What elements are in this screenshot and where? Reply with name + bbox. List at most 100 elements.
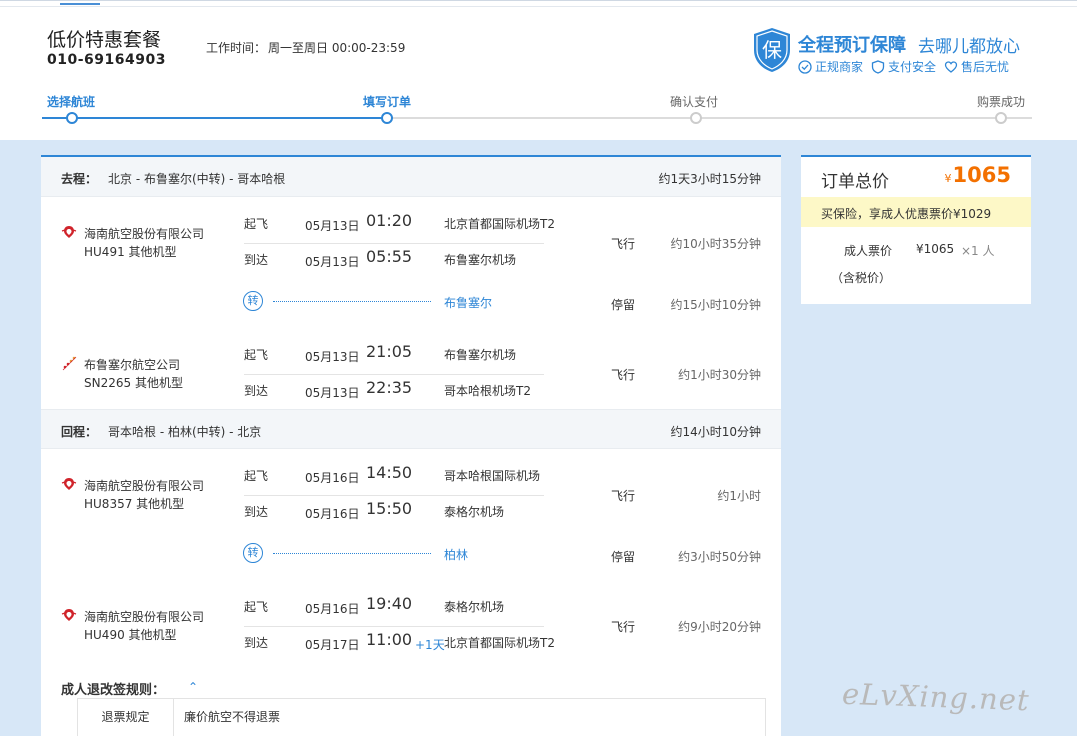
step-select-flight[interactable]: 选择航班 <box>47 93 95 110</box>
refund-rules-title: 成人退改签规则： <box>61 683 166 698</box>
feature-after-sales: 售后无忧 <box>944 58 1009 75</box>
departure-label: 起飞 <box>244 348 269 362</box>
flight-number: HU8357 其他机型 <box>84 497 185 511</box>
next-day-badge: +1天 <box>415 638 445 652</box>
adult-fare-label: 成人票价 <box>844 244 893 258</box>
transfer-row: 转 柏林 停留 约3小时50分钟 <box>41 539 781 569</box>
flight-card: 海南航空股份有限公司 HU490 其他机型 起飞 05月16日 19:40 泰格… <box>41 581 781 653</box>
refund-rules-table: 退票规定 廉价航空不得退票 <box>77 698 766 736</box>
arrival-airport: 哥本哈根机场T2 <box>444 384 531 398</box>
transfer-icon: 转 <box>243 291 263 311</box>
departure-row: 起飞 05月16日 19:40 泰格尔机场 <box>244 591 544 627</box>
airline-name: 海南航空股份有限公司 <box>84 479 205 493</box>
departure-date: 05月13日 <box>305 219 360 233</box>
departure-date: 05月16日 <box>305 602 360 616</box>
departure-date: 05月16日 <box>305 471 360 485</box>
work-hours-label: 工作时间： <box>206 41 267 55</box>
order-total-label: 订单总价 <box>821 172 889 192</box>
step-dot <box>381 112 393 124</box>
arrival-label: 到达 <box>244 384 269 398</box>
segment-route: 北京 - 布鲁塞尔(中转) - 哥本哈根 <box>108 172 286 186</box>
departure-time: 19:40 <box>366 594 413 613</box>
feature-secure-payment: 支付安全 <box>871 58 936 75</box>
flight-duration: 约10小时35分钟 <box>670 237 761 251</box>
order-total-amount: 1065 <box>952 163 1011 187</box>
tax-included-note: （含税价） <box>831 271 892 285</box>
flight-label: 飞行 <box>611 489 636 503</box>
arrival-row: 到达 05月17日 11:00 +1天 北京首都国际机场T2 <box>244 627 555 663</box>
arrival-date: 05月13日 <box>305 255 360 269</box>
order-summary: 订单总价 ¥1065 买保险，享成人优惠票价¥1029 成人票价 ¥1065 ×… <box>801 155 1031 304</box>
departure-time: 21:05 <box>366 342 413 361</box>
work-hours: 工作时间： 周一至周日 00:00-23:59 <box>206 39 405 56</box>
collapse-rules-toggle[interactable]: ⌃ <box>188 680 198 694</box>
service-phone: 010-69164903 <box>47 52 166 68</box>
shield-check-icon <box>871 59 885 74</box>
inbound-header: 回程： 哥本哈根 - 柏林(中转) - 北京 约14小时10分钟 <box>41 409 781 449</box>
segment-label: 回程： <box>61 425 98 439</box>
transfer-icon: 转 <box>243 543 263 563</box>
adult-fare-price: ¥1065 <box>916 242 955 256</box>
airline-name: 海南航空股份有限公司 <box>84 227 205 241</box>
departure-row: 起飞 05月13日 21:05 布鲁塞尔机场 <box>244 339 544 375</box>
departure-row: 起飞 05月13日 01:20 北京首都国际机场T2 <box>244 208 555 244</box>
arrival-date: 05月13日 <box>305 386 360 400</box>
layover-label: 停留 <box>611 550 636 564</box>
step-ticket-success: 购票成功 <box>977 95 1026 109</box>
segment-total-duration: 约14小时10分钟 <box>670 425 761 439</box>
check-circle-icon <box>798 59 812 74</box>
order-total-price: ¥1065 <box>945 163 1011 187</box>
itinerary-panel: 去程： 北京 - 布鲁塞尔(中转) - 哥本哈根 约1天3小时15分钟 海南航空… <box>41 155 781 736</box>
hainan-airlines-logo-icon <box>61 609 77 621</box>
page-title: 低价特惠套餐 <box>47 29 162 51</box>
flight-label: 飞行 <box>611 237 636 251</box>
departure-airport: 哥本哈根国际机场 <box>444 469 541 483</box>
top-nav-strip <box>0 1 1077 7</box>
departure-row: 起飞 05月16日 14:50 哥本哈根国际机场 <box>244 460 544 496</box>
flight-label: 飞行 <box>611 620 636 634</box>
shield-badge-text: 保 <box>762 38 782 62</box>
shield-icon: 保 <box>754 28 790 72</box>
transfer-city: 布鲁塞尔 <box>444 296 493 310</box>
feature-label: 售后无忧 <box>961 60 1010 74</box>
layover-duration: 约15小时10分钟 <box>670 298 761 312</box>
step-dot <box>690 112 702 124</box>
layover-duration: 约3小时50分钟 <box>678 550 761 564</box>
departure-airport: 布鲁塞尔机场 <box>444 348 517 362</box>
step-dot <box>66 112 78 124</box>
arrival-airport: 布鲁塞尔机场 <box>444 253 517 267</box>
flight-duration: 约1小时30分钟 <box>678 368 761 382</box>
flight-number: HU490 其他机型 <box>84 628 177 642</box>
arrival-time: 11:00 <box>366 630 413 649</box>
page-header: 低价特惠套餐 010-69164903 工作时间： 周一至周日 00:00-23:… <box>0 0 1077 140</box>
layover-label: 停留 <box>611 298 636 312</box>
departure-label: 起飞 <box>244 469 269 483</box>
transfer-row: 转 布鲁塞尔 停留 约15小时10分钟 <box>41 287 781 317</box>
arrival-row: 到达 05月13日 22:35 哥本哈根机场T2 <box>244 375 544 411</box>
airline-name: 海南航空股份有限公司 <box>84 610 205 624</box>
flight-number: HU491 其他机型 <box>84 245 177 259</box>
hainan-airlines-logo-icon <box>61 478 77 490</box>
flight-card: 海南航空股份有限公司 HU491 其他机型 起飞 05月13日 01:20 北京… <box>41 198 781 270</box>
arrival-airport: 北京首都国际机场T2 <box>444 636 555 650</box>
arrival-label: 到达 <box>244 253 269 267</box>
arrival-time: 22:35 <box>366 378 413 397</box>
transfer-dotted-line <box>273 553 431 554</box>
insurance-promo[interactable]: 买保险，享成人优惠票价¥1029 <box>801 197 1031 227</box>
guarantee-slogan: 去哪儿都放心 <box>918 37 1020 57</box>
feature-label: 正规商家 <box>815 60 864 74</box>
guarantee-title: 全程预订保障 <box>798 35 906 56</box>
arrival-date: 05月17日 <box>305 638 360 652</box>
hainan-airlines-logo-icon <box>61 226 77 238</box>
currency-symbol: ¥ <box>944 172 952 185</box>
segment-total-duration: 约1天3小时15分钟 <box>658 172 761 186</box>
arrival-row: 到达 05月13日 05:55 布鲁塞尔机场 <box>244 244 544 280</box>
rule-name: 退票规定 <box>78 699 174 736</box>
step-confirm-payment: 确认支付 <box>670 95 719 109</box>
feature-legit-merchant: 正规商家 <box>798 58 863 75</box>
rule-value: 廉价航空不得退票 <box>184 710 281 724</box>
departure-date: 05月13日 <box>305 350 360 364</box>
flight-duration: 约1小时 <box>717 489 761 503</box>
segment-label: 去程： <box>61 172 98 186</box>
flight-number: SN2265 其他机型 <box>84 376 183 390</box>
